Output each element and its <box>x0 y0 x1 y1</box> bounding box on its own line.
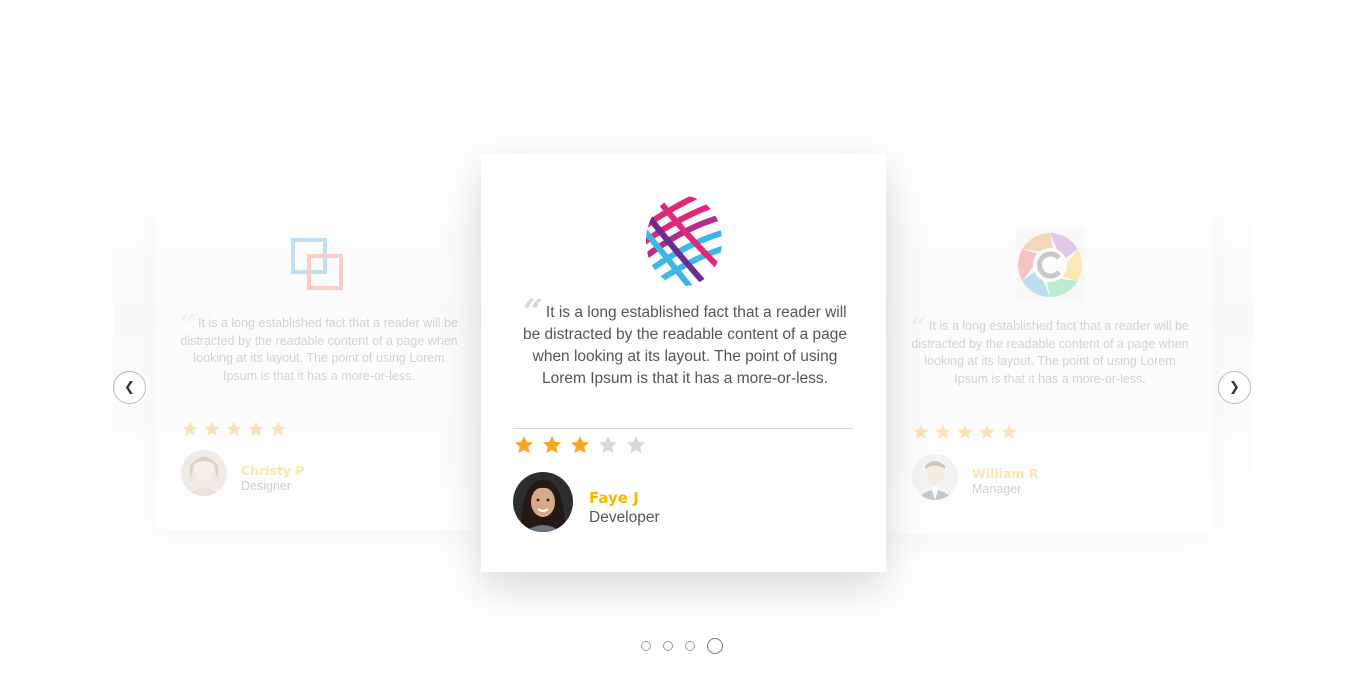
quote-mark-icon: “ <box>180 310 195 340</box>
testimonial-card-christy[interactable]: “It is a long established fact that a re… <box>155 198 481 530</box>
person-role: Developer <box>589 509 660 526</box>
testimonial-quote: “It is a long established fact that a re… <box>180 310 458 383</box>
star-filled-icon <box>514 435 534 454</box>
person-name: William R <box>972 466 1039 481</box>
pagination-dot[interactable] <box>663 641 673 651</box>
star-filled-icon <box>570 435 590 454</box>
star-rating <box>513 434 647 456</box>
next-button[interactable]: ❯ <box>1218 371 1251 404</box>
testimonial-card-faye[interactable]: “It is a long established fact that a re… <box>481 154 886 572</box>
quote-mark-icon: “ <box>911 313 926 343</box>
star-filled-icon <box>270 421 286 436</box>
prev-button[interactable]: ❮ <box>113 371 146 404</box>
pagination-dot[interactable] <box>685 641 695 651</box>
card-divider <box>179 414 459 415</box>
carousel-pagination <box>641 638 723 654</box>
testimonial-carousel: “It is a long established fact that a re… <box>0 0 1366 698</box>
person-role: Designer <box>241 479 292 493</box>
quote-mark-icon: “ <box>523 292 542 332</box>
card-divider <box>910 418 1190 419</box>
pagination-dot[interactable] <box>641 641 651 651</box>
chevron-left-icon: ❮ <box>124 380 135 395</box>
star-filled-icon <box>935 424 951 439</box>
star-filled-icon <box>957 424 973 439</box>
star-filled-icon <box>542 435 562 454</box>
avatar <box>181 450 227 496</box>
squares-logo-icon <box>291 238 343 290</box>
star-filled-icon <box>913 424 929 439</box>
testimonial-quote: “It is a long established fact that a re… <box>911 313 1189 386</box>
card-divider <box>513 428 853 429</box>
aperture-c-logo-icon <box>1014 228 1085 302</box>
star-filled-icon <box>979 424 995 439</box>
person-name: Faye J <box>589 489 639 507</box>
person-name: Christy P <box>241 463 305 478</box>
star-rating <box>181 420 287 438</box>
person-role: Manager <box>972 482 1022 496</box>
star-filled-icon <box>248 421 264 436</box>
star-empty-icon <box>598 435 618 454</box>
striped-sphere-logo-icon <box>645 196 722 286</box>
testimonial-card-william[interactable]: “It is a long established fact that a re… <box>886 198 1213 534</box>
star-filled-icon <box>182 421 198 436</box>
chevron-right-icon: ❯ <box>1229 380 1240 395</box>
star-empty-icon <box>626 435 646 454</box>
avatar <box>513 472 573 532</box>
star-rating <box>912 423 1018 441</box>
star-filled-icon <box>1001 424 1017 439</box>
pagination-dot[interactable] <box>707 638 723 654</box>
testimonial-quote: “It is a long established fact that a re… <box>522 292 847 387</box>
avatar <box>912 454 958 500</box>
star-filled-icon <box>226 421 242 436</box>
star-filled-icon <box>204 421 220 436</box>
